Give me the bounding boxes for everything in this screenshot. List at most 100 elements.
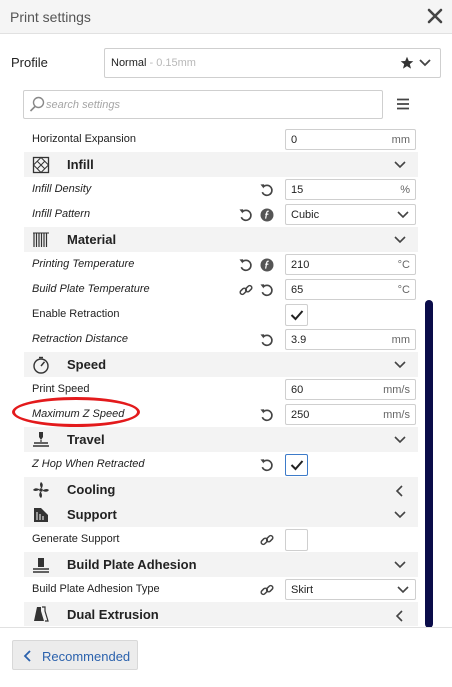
menu-icon[interactable]	[396, 97, 410, 111]
window-title: Print settings	[10, 9, 91, 25]
setting-row-generate-support: Generate Support	[24, 527, 418, 552]
setting-row-infill-pattern: Infill Pattern Cubic	[24, 202, 418, 227]
category-title: Support	[67, 507, 117, 522]
category-title: Travel	[67, 432, 105, 447]
footer: Recommended	[0, 627, 452, 687]
field-value: Cubic	[291, 209, 320, 221]
reset-icon[interactable]	[238, 257, 254, 273]
setting-row-horizontal-expansion: Horizontal Expansion 0 mm	[24, 128, 418, 152]
infill-icon	[32, 156, 50, 174]
reset-icon[interactable]	[259, 457, 275, 473]
setting-row-printing-temperature: Printing Temperature 210 °C	[24, 252, 418, 277]
category-title: Dual Extrusion	[67, 607, 159, 622]
category-speed[interactable]: Speed	[24, 352, 418, 377]
checkmark-icon	[290, 460, 304, 471]
material-icon	[32, 231, 50, 249]
chevron-down-icon	[397, 210, 409, 222]
field-value: 3.9	[291, 334, 307, 346]
link-icon[interactable]	[238, 282, 254, 298]
print-speed-input[interactable]: 60 mm/s	[285, 379, 416, 400]
build-plate-temperature-input[interactable]: 65 °C	[285, 279, 416, 300]
z-hop-when-retracted-checkbox[interactable]	[285, 454, 308, 476]
profile-layer-height: - 0.15mm	[146, 57, 196, 69]
setting-row-enable-retraction: Enable Retraction	[24, 302, 418, 327]
star-icon[interactable]	[400, 56, 414, 73]
category-title: Build Plate Adhesion	[67, 557, 197, 572]
chevron-down-icon	[394, 360, 406, 372]
field-unit: °C	[397, 259, 410, 271]
category-support[interactable]: Support	[24, 502, 418, 527]
chevron-left-icon	[394, 485, 406, 500]
setting-label: Infill Pattern	[32, 208, 91, 220]
setting-label: Horizontal Expansion	[32, 133, 136, 145]
field-value: 0	[291, 134, 298, 146]
link-icon[interactable]	[259, 582, 275, 598]
recommended-button[interactable]: Recommended	[12, 640, 138, 670]
scrollbar[interactable]	[425, 300, 433, 628]
reset-icon[interactable]	[259, 282, 275, 298]
maximum-z-speed-input[interactable]: 250 mm/s	[285, 404, 416, 425]
field-value: 60	[291, 384, 304, 396]
chevron-down-icon[interactable]	[419, 58, 431, 71]
setting-label: Print Speed	[32, 383, 90, 395]
setting-label: Enable Retraction	[32, 308, 120, 320]
function-icon[interactable]	[259, 207, 275, 223]
field-unit: mm/s	[383, 384, 410, 396]
profile-name: Normal - 0.15mm	[111, 57, 196, 69]
chevron-down-icon	[394, 160, 406, 172]
setting-label: Build Plate Adhesion Type	[32, 583, 160, 595]
speed-icon	[32, 356, 50, 374]
chevron-left-icon	[23, 650, 33, 665]
checkmark-icon	[290, 310, 304, 321]
search-box[interactable]	[23, 90, 383, 119]
function-icon[interactable]	[259, 257, 275, 273]
highlight-ellipse	[12, 397, 140, 427]
infill-pattern-select[interactable]: Cubic	[285, 204, 416, 225]
reset-icon[interactable]	[259, 407, 275, 423]
horizontal-expansion-input[interactable]: 0 mm	[285, 129, 416, 150]
category-travel[interactable]: Travel	[24, 427, 418, 452]
infill-density-input[interactable]: 15 %	[285, 179, 416, 200]
scrollbar-thumb[interactable]	[425, 300, 433, 628]
category-title: Infill	[67, 157, 94, 172]
setting-row-build-plate-adhesion-type: Build Plate Adhesion Type Skirt	[24, 577, 418, 602]
travel-icon	[32, 431, 50, 449]
field-unit: %	[400, 184, 410, 196]
search-input[interactable]	[46, 96, 366, 114]
category-build-plate-adhesion[interactable]: Build Plate Adhesion	[24, 552, 418, 577]
setting-label: Retraction Distance	[32, 333, 128, 345]
setting-label: Build Plate Temperature	[32, 283, 150, 295]
enable-retraction-checkbox[interactable]	[285, 304, 308, 326]
chevron-down-icon	[397, 585, 409, 597]
generate-support-checkbox[interactable]	[285, 529, 308, 551]
category-cooling[interactable]: Cooling	[24, 477, 418, 502]
build-plate-adhesion-type-select[interactable]: Skirt	[285, 579, 416, 600]
field-unit: mm	[391, 334, 410, 346]
profile-select[interactable]: Normal - 0.15mm	[104, 48, 441, 78]
field-unit: mm/s	[383, 409, 410, 421]
printing-temperature-input[interactable]: 210 °C	[285, 254, 416, 275]
recommended-label: Recommended	[42, 649, 131, 664]
reset-icon[interactable]	[259, 182, 275, 198]
settings-list[interactable]: Horizontal Expansion 0 mm Infill Infill …	[0, 128, 452, 626]
chevron-down-icon	[394, 510, 406, 522]
resize-grip-icon[interactable]	[216, 682, 236, 686]
retraction-distance-input[interactable]: 3.9 mm	[285, 329, 416, 350]
category-material[interactable]: Material	[24, 227, 418, 252]
close-icon[interactable]	[426, 6, 444, 26]
reset-icon[interactable]	[259, 332, 275, 348]
chevron-down-icon	[394, 435, 406, 447]
field-unit: °C	[397, 284, 410, 296]
chevron-left-icon	[394, 610, 406, 625]
setting-row-z-hop-when-retracted: Z Hop When Retracted	[24, 452, 418, 477]
category-infill[interactable]: Infill	[24, 152, 418, 177]
reset-icon[interactable]	[238, 207, 254, 223]
category-title: Material	[67, 232, 117, 247]
setting-row-retraction-distance: Retraction Distance 3.9 mm	[24, 327, 418, 352]
title-bar: Print settings	[0, 0, 452, 34]
setting-row-build-plate-temperature: Build Plate Temperature 65 °C	[24, 277, 418, 302]
link-icon[interactable]	[259, 532, 275, 548]
field-value: 250	[291, 409, 310, 421]
category-dual-extrusion[interactable]: Dual Extrusion	[24, 602, 418, 626]
category-title: Speed	[67, 357, 107, 372]
